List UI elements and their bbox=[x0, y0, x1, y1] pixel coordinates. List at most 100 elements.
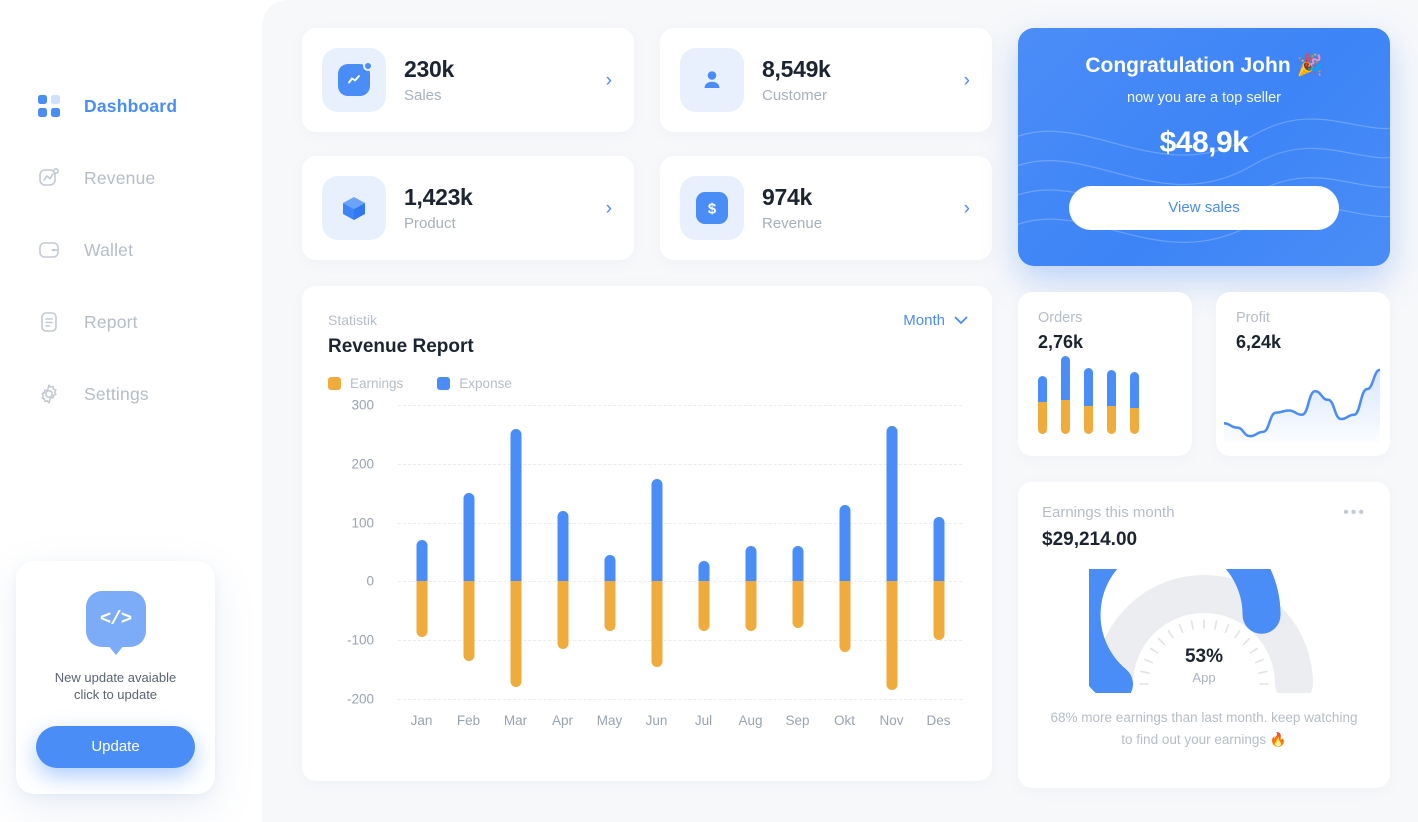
earnings-card: Earnings this month ••• $29,214.00 53% A… bbox=[1018, 482, 1390, 788]
x-tick-label: Jan bbox=[410, 713, 433, 728]
profit-card[interactable]: Profit 6,24k bbox=[1216, 292, 1390, 456]
mini-bar bbox=[1084, 368, 1093, 434]
sidebar-item-settings[interactable]: Settings bbox=[0, 374, 262, 414]
stat-row-top: 230k Sales › 8,549k Customer › bbox=[302, 28, 992, 132]
stat-label: Sales bbox=[404, 87, 442, 104]
chevron-down-icon bbox=[954, 312, 968, 329]
x-tick-label: May bbox=[596, 713, 623, 728]
bar-earnings bbox=[651, 581, 662, 667]
bar-earnings bbox=[510, 581, 521, 688]
bar-exponse bbox=[792, 546, 803, 582]
x-tick-label: Feb bbox=[456, 713, 481, 728]
stat-card-product[interactable]: 1,423k Product › bbox=[302, 156, 634, 260]
orders-mini-bar-chart bbox=[1038, 356, 1139, 434]
bar-earnings bbox=[463, 581, 474, 661]
chart-legend: Earnings Exponse bbox=[328, 376, 968, 391]
bar-group[interactable] bbox=[586, 405, 633, 699]
bar-exponse bbox=[416, 540, 427, 582]
y-tick-label: 200 bbox=[351, 456, 374, 472]
legend-swatch bbox=[437, 377, 451, 390]
earnings-label: Earnings this month bbox=[1042, 504, 1175, 521]
update-button[interactable]: Update bbox=[36, 726, 195, 768]
bar-exponse bbox=[839, 504, 850, 582]
bar-group[interactable] bbox=[680, 405, 727, 699]
bar-group[interactable] bbox=[868, 405, 915, 699]
bar-earnings bbox=[886, 581, 897, 691]
orders-card[interactable]: Orders 2,76k bbox=[1018, 292, 1192, 456]
update-message-line1: New update avaiable bbox=[54, 669, 177, 685]
bar-group[interactable] bbox=[445, 405, 492, 699]
gauge-center-label: 53% App bbox=[1089, 646, 1319, 685]
left-column: 230k Sales › 8,549k Customer › 1,423k Pr… bbox=[302, 28, 992, 788]
bar-group[interactable] bbox=[539, 405, 586, 699]
stat-value: 230k bbox=[404, 56, 454, 82]
stat-card-customer[interactable]: 8,549k Customer › bbox=[660, 28, 992, 132]
sidebar-item-label: Wallet bbox=[84, 239, 134, 260]
revenue-bar-chart: 300 200 100 0 -100 -200 Jan Feb Mar Apr May Jun Jul… bbox=[328, 398, 968, 745]
bar-group[interactable] bbox=[492, 405, 539, 699]
right-column: Congratulation John 🎉 now you are a top … bbox=[1018, 28, 1390, 788]
chevron-right-icon[interactable]: › bbox=[964, 199, 970, 218]
update-card: </> New update avaiable click to update … bbox=[16, 560, 215, 794]
update-message: New update avaiable click to update bbox=[36, 669, 195, 704]
stat-card-sales[interactable]: 230k Sales › bbox=[302, 28, 634, 132]
gridline bbox=[398, 699, 962, 700]
bar-exponse bbox=[886, 425, 897, 582]
x-tick-label: Aug bbox=[738, 713, 763, 728]
more-horizontal-icon[interactable]: ••• bbox=[1343, 504, 1366, 521]
x-axis-labels: Jan Feb Mar Apr May Jun Jul Aug Sep Okt Nov Des bbox=[398, 713, 962, 728]
sidebar-item-wallet[interactable]: Wallet bbox=[0, 230, 262, 270]
grid-icon bbox=[36, 93, 62, 119]
bar-group[interactable] bbox=[774, 405, 821, 699]
dashboard-grid: 230k Sales › 8,549k Customer › 1,423k Pr… bbox=[302, 28, 1390, 788]
revenue-report-card: Statistik Revenue Report Month Earnings … bbox=[302, 286, 992, 781]
bar-earnings bbox=[839, 581, 850, 652]
bar-group[interactable] bbox=[821, 405, 868, 699]
bar-group[interactable] bbox=[727, 405, 774, 699]
bar-earnings bbox=[698, 581, 709, 632]
dollar-icon: $ bbox=[680, 176, 744, 240]
period-label: Month bbox=[903, 312, 945, 329]
x-tick-label: Jun bbox=[645, 713, 668, 728]
x-tick-label: Nov bbox=[879, 713, 904, 728]
bar-exponse bbox=[745, 546, 756, 582]
person-icon bbox=[680, 48, 744, 112]
period-dropdown[interactable]: Month bbox=[903, 312, 968, 329]
stat-value: 8,549k bbox=[762, 56, 831, 82]
svg-text:$: $ bbox=[708, 201, 717, 218]
mini-bar bbox=[1061, 356, 1070, 434]
bar-group[interactable] bbox=[915, 405, 962, 699]
bar-earnings bbox=[604, 581, 615, 632]
y-tick-label: 100 bbox=[351, 515, 374, 531]
earnings-note: 68% more earnings than last month. keep … bbox=[1050, 710, 1358, 747]
bar-earnings bbox=[933, 581, 944, 641]
chevron-right-icon[interactable]: › bbox=[606, 71, 612, 90]
sidebar-item-dashboard[interactable]: Dashboard bbox=[0, 86, 262, 126]
update-message-line2: click to update bbox=[73, 687, 158, 703]
stat-row-bottom: 1,423k Product › $ 974k Revenue › bbox=[302, 156, 992, 260]
x-tick-label: Sep bbox=[785, 713, 810, 728]
wallet-icon bbox=[36, 237, 62, 263]
view-sales-button[interactable]: View sales bbox=[1069, 186, 1339, 230]
mini-card-row: Orders 2,76k Profit 6,24k bbox=[1018, 292, 1390, 456]
bar-group[interactable] bbox=[633, 405, 680, 699]
bar-exponse bbox=[557, 510, 568, 582]
x-tick-label: Apr bbox=[551, 713, 573, 728]
stat-value: 974k bbox=[762, 184, 812, 210]
y-tick-label: -200 bbox=[346, 691, 374, 707]
bar-group[interactable] bbox=[398, 405, 445, 699]
stat-card-revenue[interactable]: $ 974k Revenue › bbox=[660, 156, 992, 260]
sidebar-item-report[interactable]: Report bbox=[0, 302, 262, 342]
gauge-percent: 53% bbox=[1184, 646, 1224, 667]
legend-label: Exponse bbox=[459, 376, 512, 391]
revenue-chart-icon bbox=[36, 165, 62, 191]
sidebar-item-revenue[interactable]: Revenue bbox=[0, 158, 262, 198]
trend-chart-icon bbox=[322, 48, 386, 112]
profit-label: Profit bbox=[1236, 310, 1270, 326]
y-tick-label: 300 bbox=[351, 397, 374, 413]
sidebar-item-label: Dashboard bbox=[84, 95, 178, 116]
sidebar: Dashboard Revenue Wallet Report Settings… bbox=[0, 0, 262, 822]
x-tick-label: Jul bbox=[694, 713, 713, 728]
chevron-right-icon[interactable]: › bbox=[606, 199, 612, 218]
chevron-right-icon[interactable]: › bbox=[964, 71, 970, 90]
